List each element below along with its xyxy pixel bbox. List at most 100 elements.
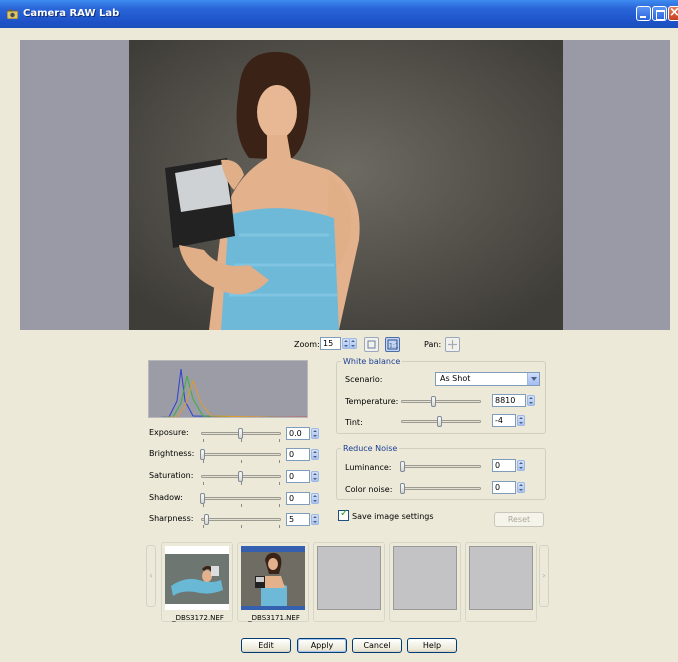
exposure-label: Exposure: [149, 428, 189, 437]
zoom-input[interactable]: 15 [320, 337, 341, 350]
thumbnail-empty [317, 546, 381, 610]
white-balance-title: White balance [341, 357, 403, 366]
tint-spinner[interactable] [517, 415, 525, 426]
tick [203, 525, 204, 528]
scroll-left-button[interactable]: ‹ [146, 545, 156, 607]
temperature-value[interactable]: 8810 [492, 394, 526, 407]
tick [203, 504, 204, 507]
scroll-right-button[interactable]: › [539, 545, 549, 607]
thumbnail-3[interactable] [313, 542, 385, 622]
thumbnail-2[interactable]: _DBS3171.NEF [237, 542, 309, 622]
thumbnail-name: _DBS3171.NEF [248, 614, 300, 622]
tick [279, 460, 280, 463]
apply-button[interactable]: Apply [297, 638, 347, 653]
window-title: Camera RAW Lab [23, 8, 120, 19]
actual-size-button[interactable]: 1:1 [385, 337, 400, 352]
histogram [148, 360, 308, 418]
thumbnail-name: _DBS3172.NEF [172, 614, 224, 622]
color-noise-label: Color noise: [345, 485, 393, 494]
save-settings-label[interactable]: Save image settings [352, 512, 434, 521]
sharpness-spinner[interactable] [311, 514, 319, 525]
color-noise-spinner[interactable] [517, 482, 525, 493]
tick [241, 504, 242, 507]
image-preview[interactable] [20, 40, 670, 330]
close-button[interactable] [668, 5, 678, 21]
tick [203, 439, 204, 442]
tick [203, 482, 204, 485]
thumbnail-1[interactable]: _DBS3172.NEF [161, 542, 233, 622]
brightness-spinner[interactable] [311, 449, 319, 460]
saturation-slider-thumb[interactable] [238, 471, 243, 482]
save-settings-checkbox[interactable] [338, 508, 349, 521]
shadow-label: Shadow: [149, 493, 183, 502]
luminance-spinner[interactable] [517, 460, 525, 471]
shadow-spinner[interactable] [311, 493, 319, 504]
temperature-slider-thumb[interactable] [431, 396, 436, 407]
brightness-label: Brightness: [149, 449, 195, 458]
thumbnail-4[interactable] [389, 542, 461, 622]
luminance-slider[interactable] [401, 465, 481, 468]
cancel-button[interactable]: Cancel [352, 638, 402, 653]
camera-raw-lab-window: Camera RAW Lab × Zoom: 15 1:1 Pan: Expos… [0, 0, 678, 662]
exposure-value[interactable]: 0.0 [286, 427, 310, 440]
luminance-slider-thumb[interactable] [400, 461, 405, 472]
luminance-value[interactable]: 0 [492, 459, 516, 472]
temperature-slider[interactable] [401, 400, 481, 403]
temperature-spinner[interactable] [527, 395, 535, 406]
fit-view-button[interactable] [364, 337, 379, 352]
exposure-slider-thumb[interactable] [238, 428, 243, 439]
thumbnail-image [165, 546, 229, 610]
color-noise-slider[interactable] [401, 487, 481, 490]
tick [279, 504, 280, 507]
reduce-noise-title: Reduce Noise [341, 444, 400, 453]
reset-button[interactable]: Reset [494, 512, 544, 527]
tint-value[interactable]: -4 [492, 414, 516, 427]
thumbnail-empty [469, 546, 533, 610]
hand-icon [448, 340, 457, 349]
scenario-label: Scenario: [345, 375, 383, 384]
zoom-dropdown[interactable] [349, 338, 357, 349]
thumbnail-empty [393, 546, 457, 610]
shadow-slider[interactable] [201, 497, 281, 500]
saturation-label: Saturation: [149, 471, 194, 480]
brightness-slider[interactable] [201, 453, 281, 456]
scenario-select[interactable]: As Shot [435, 372, 540, 386]
tick [203, 460, 204, 463]
pan-button[interactable] [445, 337, 460, 352]
edit-button[interactable]: Edit [241, 638, 291, 653]
dialog-body: Zoom: 15 1:1 Pan: Exposure: 0.0 Brightne… [11, 28, 678, 662]
temperature-label: Temperature: [345, 397, 399, 406]
brightness-slider-thumb[interactable] [200, 449, 205, 460]
help-button[interactable]: Help [407, 638, 457, 653]
tick [241, 439, 242, 442]
saturation-value[interactable]: 0 [286, 470, 310, 483]
color-noise-slider-thumb[interactable] [400, 483, 405, 494]
luminance-label: Luminance: [345, 463, 392, 472]
sharpness-slider[interactable] [201, 518, 281, 521]
tick [241, 482, 242, 485]
sharpness-label: Sharpness: [149, 514, 194, 523]
reduce-noise-group: Reduce Noise Luminance: 0 Color noise: 0 [336, 444, 546, 500]
camera-icon [7, 9, 18, 19]
actual-size-icon: 1:1 [387, 339, 399, 350]
minimize-button[interactable] [636, 6, 651, 21]
filmstrip: ‹ _DBS3172.NEF _DBS3171.NEF › [146, 537, 549, 625]
tint-slider-thumb[interactable] [437, 416, 442, 427]
shadow-value[interactable]: 0 [286, 492, 310, 505]
saturation-spinner[interactable] [311, 471, 319, 482]
title-bar[interactable]: Camera RAW Lab [0, 0, 678, 28]
color-noise-value[interactable]: 0 [492, 481, 516, 494]
maximize-button[interactable] [652, 6, 667, 21]
tick [279, 525, 280, 528]
tick [279, 439, 280, 442]
exposure-spinner[interactable] [311, 428, 319, 439]
svg-text:1:1: 1:1 [389, 343, 399, 350]
sharpness-slider-thumb[interactable] [204, 514, 209, 525]
brightness-value[interactable]: 0 [286, 448, 310, 461]
shadow-slider-thumb[interactable] [200, 493, 205, 504]
pan-label: Pan: [424, 340, 442, 349]
tint-label: Tint: [345, 418, 363, 427]
chevron-down-icon[interactable] [527, 373, 539, 385]
sharpness-value[interactable]: 5 [286, 513, 310, 526]
thumbnail-5[interactable] [465, 542, 537, 622]
